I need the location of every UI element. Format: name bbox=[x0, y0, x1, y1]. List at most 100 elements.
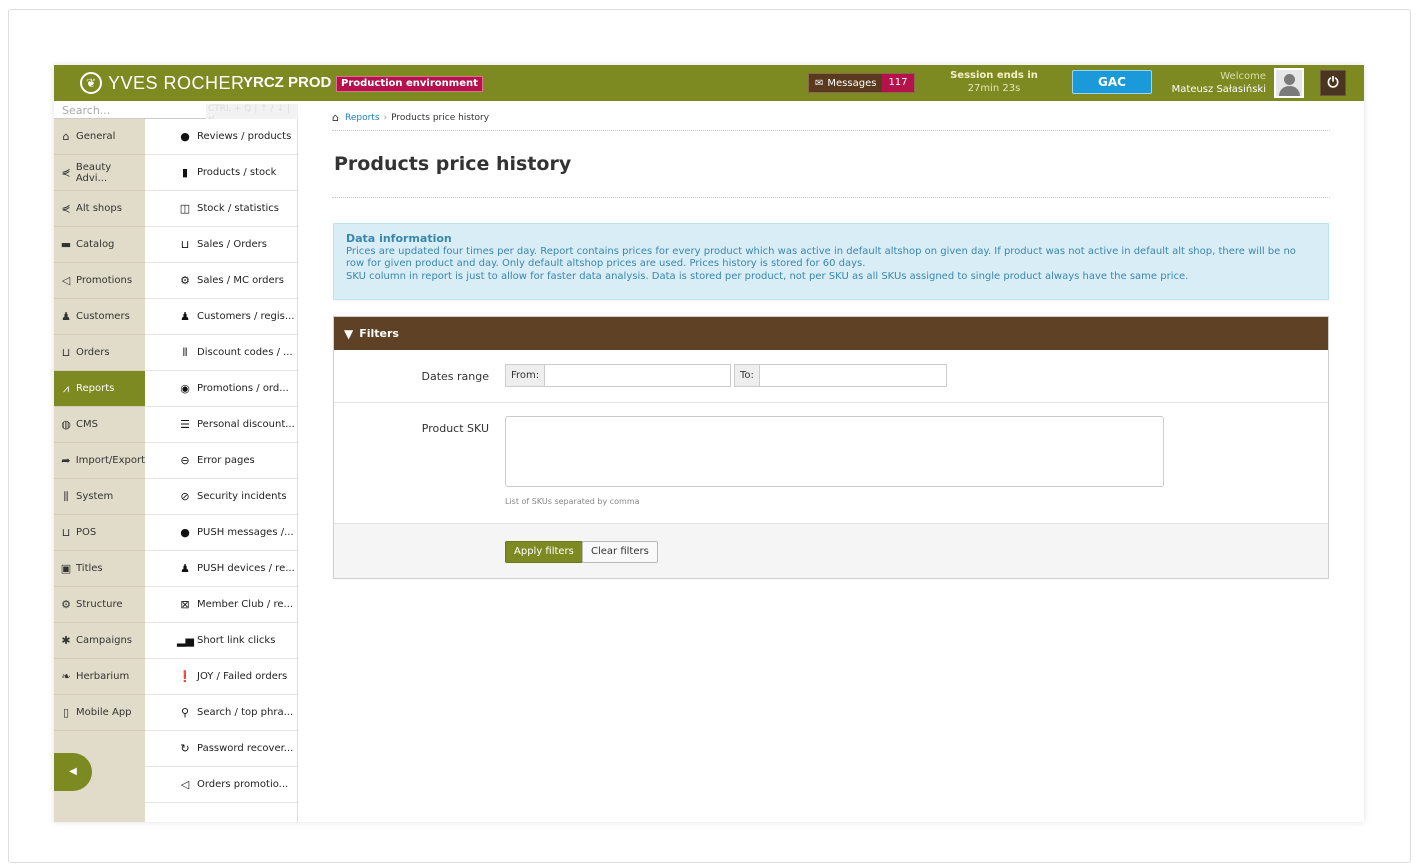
home-icon: ⌂ bbox=[62, 130, 70, 143]
gac-button[interactable]: GAC bbox=[1072, 70, 1152, 94]
sidebar-item-alt-shops[interactable]: ⋞ Alt shops bbox=[54, 191, 145, 227]
session-timer: Session ends in 27min 23s bbox=[934, 69, 1054, 95]
submenu-item-push-messages[interactable]: ● PUSH messages /... bbox=[145, 515, 297, 551]
user-name[interactable]: Mateusz Sałasiński bbox=[1162, 83, 1266, 96]
filters-header[interactable]: ▼ Filters bbox=[334, 317, 1328, 350]
logout-button[interactable]: ⏻ bbox=[1320, 70, 1346, 96]
welcome-label: Welcome bbox=[1220, 71, 1266, 82]
sidebar-item-promotions[interactable]: ◁ Promotions bbox=[54, 263, 145, 299]
titles-icon: ▣ bbox=[60, 562, 72, 575]
search-icon: ⚲ bbox=[180, 706, 190, 719]
leaf-logo-icon: ❦ bbox=[80, 72, 102, 94]
submenu-item-discount-codes[interactable]: ⦀ Discount codes / ... bbox=[145, 335, 297, 371]
main-content: ⌂ Reports › Products price history Produ… bbox=[298, 101, 1364, 822]
excel-icon: ⊠ bbox=[180, 598, 190, 611]
sidebar-item-orders[interactable]: ⊔ Orders bbox=[54, 335, 145, 371]
submenu-item-label: Promotions / ord... bbox=[197, 383, 289, 394]
sidebar-item-structure[interactable]: ⚙ Structure bbox=[54, 587, 145, 623]
submenu-item-label: Error pages bbox=[197, 455, 255, 466]
brand-logo[interactable]: ❦ YVES ROCHER bbox=[80, 71, 245, 95]
breadcrumb-link-reports[interactable]: Reports bbox=[345, 113, 380, 123]
comments-icon: ● bbox=[180, 526, 190, 539]
submenu-item-stock-statistics[interactable]: ◫ Stock / statistics bbox=[145, 191, 297, 227]
date-from-addon: From: bbox=[506, 365, 546, 386]
filter-icon: ▼ bbox=[344, 326, 354, 341]
sitemap-icon: ⚙ bbox=[180, 274, 190, 287]
session-time: 27min 23s bbox=[967, 83, 1021, 94]
submenu-item-security-incidents[interactable]: ⊘ Security incidents bbox=[145, 479, 297, 515]
exclamation-icon: ❗ bbox=[178, 670, 192, 683]
date-to-addon: To: bbox=[735, 365, 760, 386]
sidebar-item-herbarium[interactable]: ❧ Herbarium bbox=[54, 659, 145, 695]
date-from-field[interactable]: From: bbox=[505, 364, 731, 387]
sidebar-item-catalog[interactable]: ▬ Catalog bbox=[54, 227, 145, 263]
submenu-item-reviews-products[interactable]: ● Reviews / products bbox=[145, 119, 297, 155]
sidebar-item-label: Catalog bbox=[76, 239, 115, 250]
welcome-block: Welcome Mateusz Sałasiński bbox=[1162, 70, 1266, 96]
submenu-item-sales-mc-orders[interactable]: ⚙ Sales / MC orders bbox=[145, 263, 297, 299]
avatar-head-shape bbox=[1284, 74, 1295, 85]
submenu-item-label: Short link clicks bbox=[197, 635, 276, 646]
presentation-icon: ◫ bbox=[179, 202, 191, 215]
submenu-item-products-stock[interactable]: ▮ Products / stock bbox=[145, 155, 297, 191]
info-text-line2: SKU column in report is just to allow fo… bbox=[346, 270, 1189, 282]
clear-filters-button[interactable]: Clear filters bbox=[582, 541, 658, 563]
trash-icon: ▮ bbox=[181, 166, 189, 179]
sidebar-item-customers[interactable]: ♟ Customers bbox=[54, 299, 145, 335]
filters-title: Filters bbox=[359, 327, 399, 340]
asterisk-icon: ✱ bbox=[61, 634, 71, 647]
sidebar-item-general[interactable]: ⌂ General bbox=[54, 119, 145, 155]
submenu-item-label: PUSH messages /... bbox=[197, 527, 294, 538]
home-icon[interactable]: ⌂ bbox=[332, 111, 339, 124]
sidebar-item-titles[interactable]: ▣ Titles bbox=[54, 551, 145, 587]
megaphone-icon: ◁ bbox=[61, 274, 71, 287]
submenu-item-joy-failed-orders[interactable]: ❗ JOY / Failed orders bbox=[145, 659, 297, 695]
avatar-body-shape bbox=[1279, 86, 1300, 96]
sidebar-item-reports[interactable]: ⩘ Reports bbox=[54, 371, 145, 407]
submenu-item-personal-discounts[interactable]: ☰ Personal discount... bbox=[145, 407, 297, 443]
refresh-icon: ↻ bbox=[180, 742, 190, 755]
submenu-item-search-top-phrases[interactable]: ⚲ Search / top phra... bbox=[145, 695, 297, 731]
users-icon: ♟ bbox=[61, 310, 71, 323]
submenu-item-label: Personal discount... bbox=[197, 419, 295, 430]
date-from-input[interactable] bbox=[545, 365, 730, 386]
submenu-item-member-club[interactable]: ⊠ Member Club / re... bbox=[145, 587, 297, 623]
list-icon: ☰ bbox=[180, 418, 190, 431]
submenu-item-label: Products / stock bbox=[197, 167, 277, 178]
filters-panel: ▼ Filters Dates range From: To: Product … bbox=[333, 316, 1329, 579]
submenu-item-push-devices[interactable]: ♟ PUSH devices / re... bbox=[145, 551, 297, 587]
brand-name: YVES ROCHER bbox=[108, 72, 245, 93]
submenu-item-label: Reviews / products bbox=[197, 131, 292, 142]
messages-button[interactable]: ✉ Messages 117 bbox=[808, 73, 915, 93]
sidebar-item-label: Campaigns bbox=[76, 635, 133, 646]
avatar[interactable] bbox=[1274, 68, 1304, 98]
date-to-field[interactable]: To: bbox=[734, 364, 947, 387]
product-sku-textarea[interactable] bbox=[505, 416, 1164, 487]
info-text-line1: Prices are updated four times per day. R… bbox=[346, 245, 1296, 270]
sidebar-item-import-export[interactable]: ➦ Import/Export bbox=[54, 443, 145, 479]
breadcrumb: ⌂ Reports › Products price history bbox=[332, 111, 489, 124]
submenu-item-password-recovery[interactable]: ↻ Password recover... bbox=[145, 731, 297, 767]
sidebar-item-campaigns[interactable]: ✱ Campaigns bbox=[54, 623, 145, 659]
sidebar-item-beauty-advisors[interactable]: ⋞ Beauty Advi... bbox=[54, 155, 145, 191]
info-title: Data information bbox=[346, 232, 452, 245]
search-input[interactable]: Search... CTRL + Q | ↑ / ↓ | ↵ bbox=[54, 101, 298, 124]
divider-line bbox=[334, 402, 1328, 403]
submenu-item-customers-registrations[interactable]: ♟ Customers / regis... bbox=[145, 299, 297, 335]
date-to-input[interactable] bbox=[759, 365, 946, 386]
filters-actions: Apply filters Clear filters bbox=[334, 523, 1328, 578]
submenu-item-short-link-clicks[interactable]: ▂▅ Short link clicks bbox=[145, 623, 297, 659]
users-icon: ♟ bbox=[180, 310, 190, 323]
sidebar-item-mobile-app[interactable]: ▯ Mobile App bbox=[54, 695, 145, 731]
submenu-item-error-pages[interactable]: ⊖ Error pages bbox=[145, 443, 297, 479]
sidebar-item-pos[interactable]: ⊔ POS bbox=[54, 515, 145, 551]
apply-filters-button[interactable]: Apply filters bbox=[505, 541, 583, 563]
sidebar-item-cms[interactable]: ◍ CMS bbox=[54, 407, 145, 443]
submenu-item-orders-promotions[interactable]: ◁ Orders promotio... bbox=[145, 767, 297, 803]
submenu-item-sales-orders[interactable]: ⊔ Sales / Orders bbox=[145, 227, 297, 263]
mobile-icon: ▯ bbox=[62, 706, 70, 719]
collapse-sidebar-button[interactable]: ◀ bbox=[54, 753, 92, 791]
submenu-item-label: Orders promotio... bbox=[197, 779, 289, 790]
sidebar-item-system[interactable]: ⫼ System bbox=[54, 479, 145, 515]
submenu-item-promotions-orders[interactable]: ◉ Promotions / ord... bbox=[145, 371, 297, 407]
